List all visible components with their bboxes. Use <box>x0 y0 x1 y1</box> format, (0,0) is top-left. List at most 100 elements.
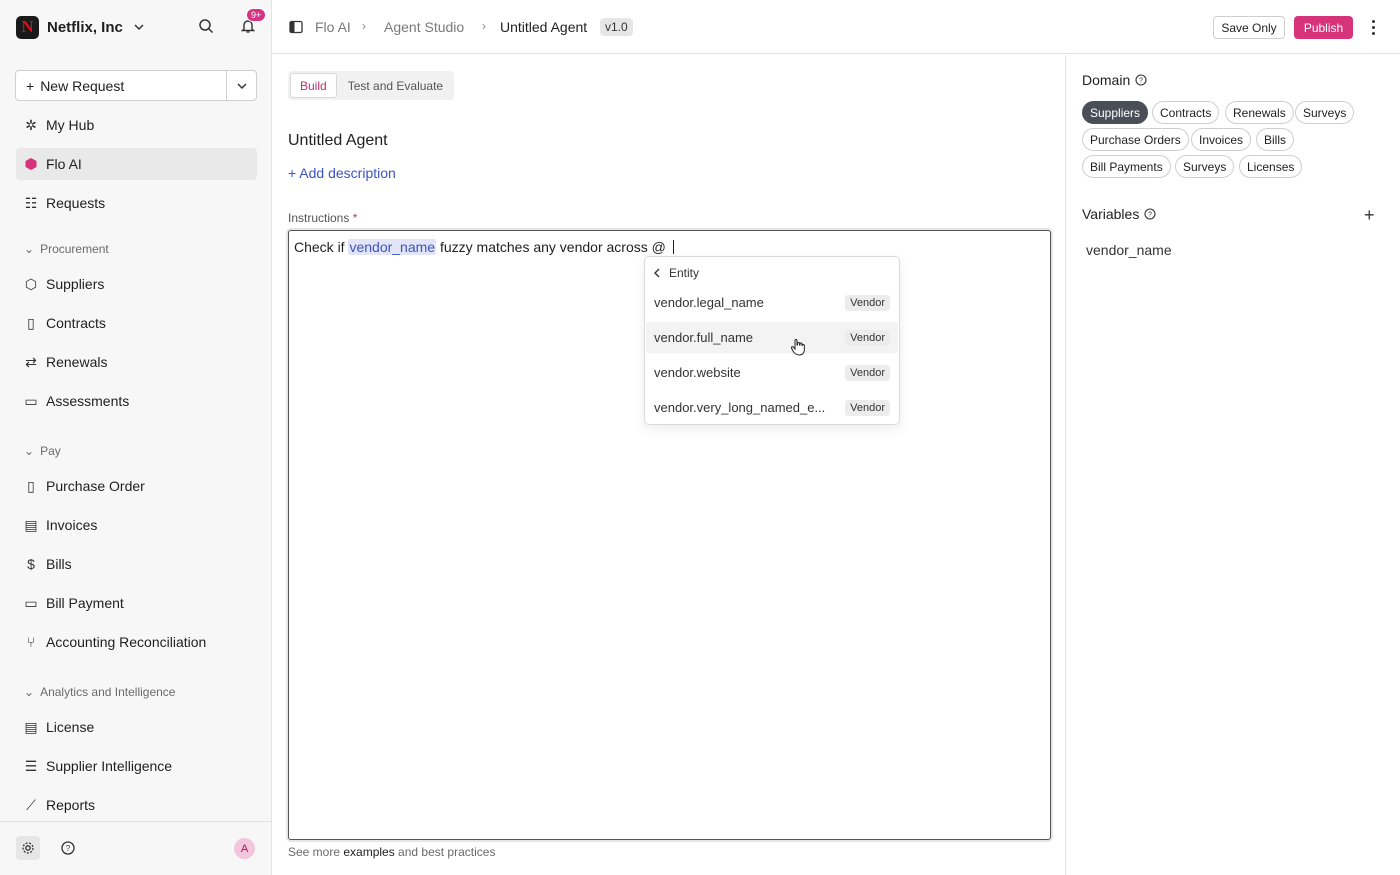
examples-link[interactable]: examples <box>343 845 394 859</box>
sidebar-item-label: Purchase Order <box>46 478 145 494</box>
save-only-button[interactable]: Save Only <box>1213 16 1285 39</box>
domain-pill-licenses[interactable]: Licenses <box>1239 155 1303 178</box>
domain-label: Domain <box>1082 72 1131 88</box>
option-tag: Vendor <box>845 364 890 381</box>
agent-title[interactable]: Untitled Agent <box>288 132 388 150</box>
dropdown-option[interactable]: vendor.website Vendor <box>646 357 898 388</box>
domain-pill-invoices[interactable]: Invoices <box>1191 128 1252 151</box>
sidebar-item-label: My Hub <box>46 117 95 133</box>
domain-pill-surveys-2[interactable]: Surveys <box>1175 155 1235 178</box>
section-pay[interactable]: ⌄ Pay <box>24 442 61 460</box>
sidebar: N Netflix, Inc 9+ + New Request ✲ My Hub… <box>0 0 272 875</box>
license-icon: ▤ <box>24 718 38 735</box>
domain-pill-purchase-orders[interactable]: Purchase Orders <box>1082 128 1189 151</box>
sidebar-item-reports[interactable]: ⟋ Reports <box>16 789 257 821</box>
svg-text:?: ? <box>1139 78 1143 85</box>
domain-pill-surveys[interactable]: Surveys <box>1295 101 1355 124</box>
trend-icon: ⟋ <box>26 796 36 813</box>
add-description-link[interactable]: + Add description <box>288 165 396 181</box>
domain-pill-renewals[interactable]: Renewals <box>1225 101 1294 124</box>
dropdown-option[interactable]: vendor.legal_name Vendor <box>646 287 898 318</box>
entity-dropdown: Entity vendor.legal_name Vendor vendor.f… <box>644 256 900 425</box>
sidebar-item-suppliers[interactable]: ⬡ Suppliers <box>16 268 257 300</box>
section-title: Analytics and Intelligence <box>40 685 176 699</box>
option-name: vendor.very_long_named_e... <box>654 400 826 415</box>
sidebar-item-contracts[interactable]: ▯ Contracts <box>16 307 257 339</box>
section-title: Procurement <box>40 242 109 256</box>
new-request-label: New Request <box>40 77 125 94</box>
breadcrumb-flo-ai[interactable]: Flo AI <box>315 19 351 35</box>
dropdown-option[interactable]: vendor.full_name Vendor <box>646 322 898 353</box>
sidebar-item-label: License <box>46 719 95 735</box>
help-prefix: See more <box>288 845 344 859</box>
domain-pill-bills[interactable]: Bills <box>1256 128 1295 151</box>
publish-button[interactable]: Publish <box>1294 16 1353 39</box>
notifications-button[interactable]: 9+ <box>238 8 267 36</box>
breadcrumb-agent-studio[interactable]: Agent Studio <box>384 19 464 35</box>
info-icon[interactable]: ? <box>1135 74 1147 86</box>
search-icon <box>199 19 214 34</box>
info-icon[interactable]: ? <box>1144 208 1156 220</box>
top-bar: Flo AI › Agent Studio › Untitled Agent v… <box>272 0 1400 54</box>
plus-icon: + <box>26 77 35 94</box>
document-icon: ▯ <box>27 314 35 331</box>
breadcrumb-untitled-agent: Untitled Agent <box>500 19 588 35</box>
sidebar-item-invoices[interactable]: ▤ Invoices <box>16 509 257 541</box>
add-variable-icon[interactable]: + <box>1364 205 1375 226</box>
domain-heading: Domain ? <box>1082 72 1147 88</box>
dropdown-back-button[interactable]: Entity <box>653 266 699 280</box>
sidebar-toggle-icon[interactable] <box>289 20 303 34</box>
netflix-logo-icon: N <box>16 15 39 39</box>
help-button[interactable]: ? <box>56 836 80 860</box>
sidebar-item-bill-payment[interactable]: ▭ Bill Payment <box>16 587 257 619</box>
search-list-icon: ☰ <box>24 757 38 774</box>
chevron-left-icon <box>654 268 660 278</box>
sidebar-item-renewals[interactable]: ⇄ Renewals <box>16 346 257 378</box>
tab-build[interactable]: Build <box>290 73 337 98</box>
sidebar-item-my-hub[interactable]: ✲ My Hub <box>16 109 257 141</box>
flo-ai-icon <box>24 157 38 171</box>
chevron-right-icon: › <box>482 19 486 33</box>
section-analytics[interactable]: ⌄ Analytics and Intelligence <box>24 683 175 701</box>
sidebar-footer: ? A <box>0 821 271 875</box>
search-button[interactable] <box>196 16 216 36</box>
sidebar-item-assessments[interactable]: ▭ Assessments <box>16 385 257 417</box>
sidebar-item-label: Contracts <box>46 315 106 331</box>
sidebar-item-label: Suppliers <box>46 276 105 292</box>
sidebar-item-label: Renewals <box>46 354 108 370</box>
sidebar-item-label: Reports <box>46 797 96 813</box>
svg-text:?: ? <box>66 844 71 853</box>
avatar[interactable]: A <box>234 838 255 859</box>
variable-chip[interactable]: vendor_name <box>348 239 437 255</box>
domain-pill-contracts[interactable]: Contracts <box>1152 101 1220 124</box>
domain-pill-suppliers[interactable]: Suppliers <box>1082 101 1149 124</box>
variables-label: Variables <box>1082 206 1140 222</box>
hub-icon: ✲ <box>25 116 37 133</box>
domain-pill-bill-payments[interactable]: Bill Payments <box>1082 155 1171 178</box>
sidebar-item-label: Accounting Reconciliation <box>46 634 207 650</box>
more-options-icon[interactable] <box>1366 17 1380 37</box>
option-name: vendor.website <box>654 365 741 380</box>
new-request-button[interactable]: + New Request <box>16 71 226 100</box>
clipboard-icon: ▭ <box>24 392 38 409</box>
document-icon: ▯ <box>27 477 35 494</box>
sidebar-item-label: Bill Payment <box>46 595 124 611</box>
sidebar-item-purchase-order[interactable]: ▯ Purchase Order <box>16 470 257 502</box>
variable-item[interactable]: vendor_name <box>1086 242 1172 258</box>
sidebar-item-license[interactable]: ▤ License <box>16 711 257 743</box>
dollar-icon: $ <box>27 556 35 572</box>
sidebar-item-bills[interactable]: $ Bills <box>16 548 257 580</box>
sidebar-item-flo-ai[interactable]: Flo AI <box>16 148 257 180</box>
sidebar-item-label: Invoices <box>46 517 98 533</box>
mode-tabs: Build Test and Evaluate <box>288 71 455 100</box>
sidebar-item-accounting-reconciliation[interactable]: ⑂ Accounting Reconciliation <box>16 626 257 658</box>
section-procurement[interactable]: ⌄ Procurement <box>24 240 109 258</box>
new-request-dropdown[interactable] <box>226 71 256 100</box>
sidebar-item-requests[interactable]: ☷ Requests <box>16 187 257 219</box>
settings-button[interactable] <box>16 836 40 860</box>
sidebar-item-supplier-intelligence[interactable]: ☰ Supplier Intelligence <box>16 750 257 782</box>
tab-test-and-evaluate[interactable]: Test and Evaluate <box>339 73 452 98</box>
section-title: Pay <box>40 444 61 458</box>
org-switcher[interactable]: N Netflix, Inc <box>16 15 145 39</box>
dropdown-option[interactable]: vendor.very_long_named_e... Vendor <box>646 392 898 423</box>
